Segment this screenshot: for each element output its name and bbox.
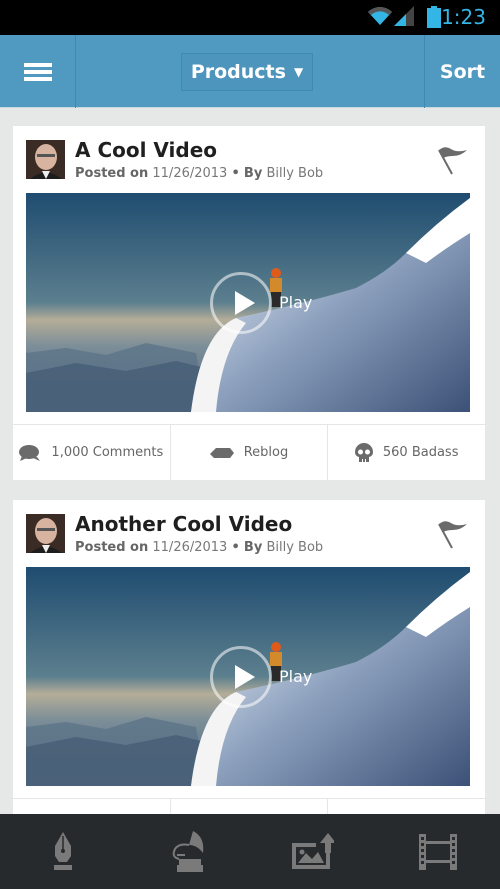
post-feed[interactable]: A Cool Video Posted on 11/26/2013 • By B…	[0, 108, 500, 814]
posted-on-label: Posted on	[75, 166, 149, 181]
author-avatar[interactable]	[26, 514, 65, 553]
badass-button[interactable]: 560 Badass	[328, 425, 485, 480]
by-label: By	[243, 540, 263, 555]
bottom-tab-bar	[0, 814, 500, 889]
film-strip-icon	[418, 833, 457, 870]
caret-down-icon: ▼	[293, 65, 304, 79]
comments-icon	[19, 444, 41, 461]
action-bar: Products ▼ Sort	[0, 35, 500, 108]
post-meta: Posted on 11/26/2013 • By Billy Bob	[75, 540, 323, 555]
tab-video-post[interactable]	[398, 822, 478, 882]
posted-on-label: Posted on	[75, 540, 149, 555]
author-avatar[interactable]	[26, 140, 65, 179]
play-button[interactable]	[210, 646, 272, 708]
comments-button[interactable]	[13, 799, 171, 814]
by-label: By	[243, 166, 263, 181]
comments-count: 1,000 Comments	[51, 445, 164, 460]
flag-icon[interactable]	[437, 146, 469, 176]
signal-icon	[394, 6, 414, 26]
play-button[interactable]	[210, 272, 272, 334]
products-dropdown-label: Products	[190, 61, 286, 83]
reblog-label: Reblog	[243, 445, 289, 460]
tab-photo-post[interactable]	[273, 822, 353, 882]
post-meta: Posted on 11/26/2013 • By Billy Bob	[75, 166, 323, 181]
sort-button[interactable]: Sort	[424, 35, 500, 108]
post-author[interactable]: Billy Bob	[266, 540, 323, 555]
photo-upload-icon	[291, 832, 334, 869]
post-date: 11/26/2013	[152, 166, 228, 181]
skull-icon	[354, 442, 373, 462]
wifi-icon	[368, 7, 392, 25]
post-title[interactable]: A Cool Video	[75, 138, 217, 162]
reblog-button[interactable]	[171, 799, 329, 814]
status-bar: 1:23	[0, 0, 500, 35]
post-header: Another Cool Video Posted on 11/26/2013 …	[13, 500, 485, 566]
status-time: 1:23	[441, 5, 486, 29]
post-title[interactable]: Another Cool Video	[75, 512, 292, 536]
hamburger-menu-icon	[23, 60, 52, 84]
post-header: A Cool Video Posted on 11/26/2013 • By B…	[13, 126, 485, 192]
video-thumbnail[interactable]: Play	[26, 193, 470, 412]
reblog-icon	[209, 447, 234, 458]
battery-icon	[427, 6, 441, 28]
tab-text-post[interactable]	[23, 822, 103, 882]
menu-button[interactable]	[0, 35, 76, 108]
post-actions: 1,000 Comments Reblog 560 Badass	[13, 424, 485, 480]
badass-button[interactable]	[328, 799, 485, 814]
play-icon	[235, 291, 255, 315]
meta-separator: •	[231, 540, 240, 555]
products-dropdown[interactable]: Products ▼	[181, 53, 313, 91]
gramophone-icon	[172, 830, 203, 872]
post-card: A Cool Video Posted on 11/26/2013 • By B…	[13, 126, 485, 480]
meta-separator: •	[231, 166, 240, 181]
flag-icon[interactable]	[437, 520, 469, 550]
pen-nib-icon	[53, 831, 72, 870]
post-actions	[13, 798, 485, 814]
video-thumbnail[interactable]: Play	[26, 567, 470, 786]
comments-button[interactable]: 1,000 Comments	[13, 425, 171, 480]
tab-audio-post[interactable]	[148, 822, 228, 882]
post-date: 11/26/2013	[152, 540, 228, 555]
play-label[interactable]: Play	[279, 293, 312, 312]
badass-count: 560 Badass	[382, 445, 459, 460]
play-label[interactable]: Play	[279, 667, 312, 686]
post-card: Another Cool Video Posted on 11/26/2013 …	[13, 500, 485, 814]
reblog-button[interactable]: Reblog	[171, 425, 329, 480]
play-icon	[235, 665, 255, 689]
post-author[interactable]: Billy Bob	[266, 166, 323, 181]
